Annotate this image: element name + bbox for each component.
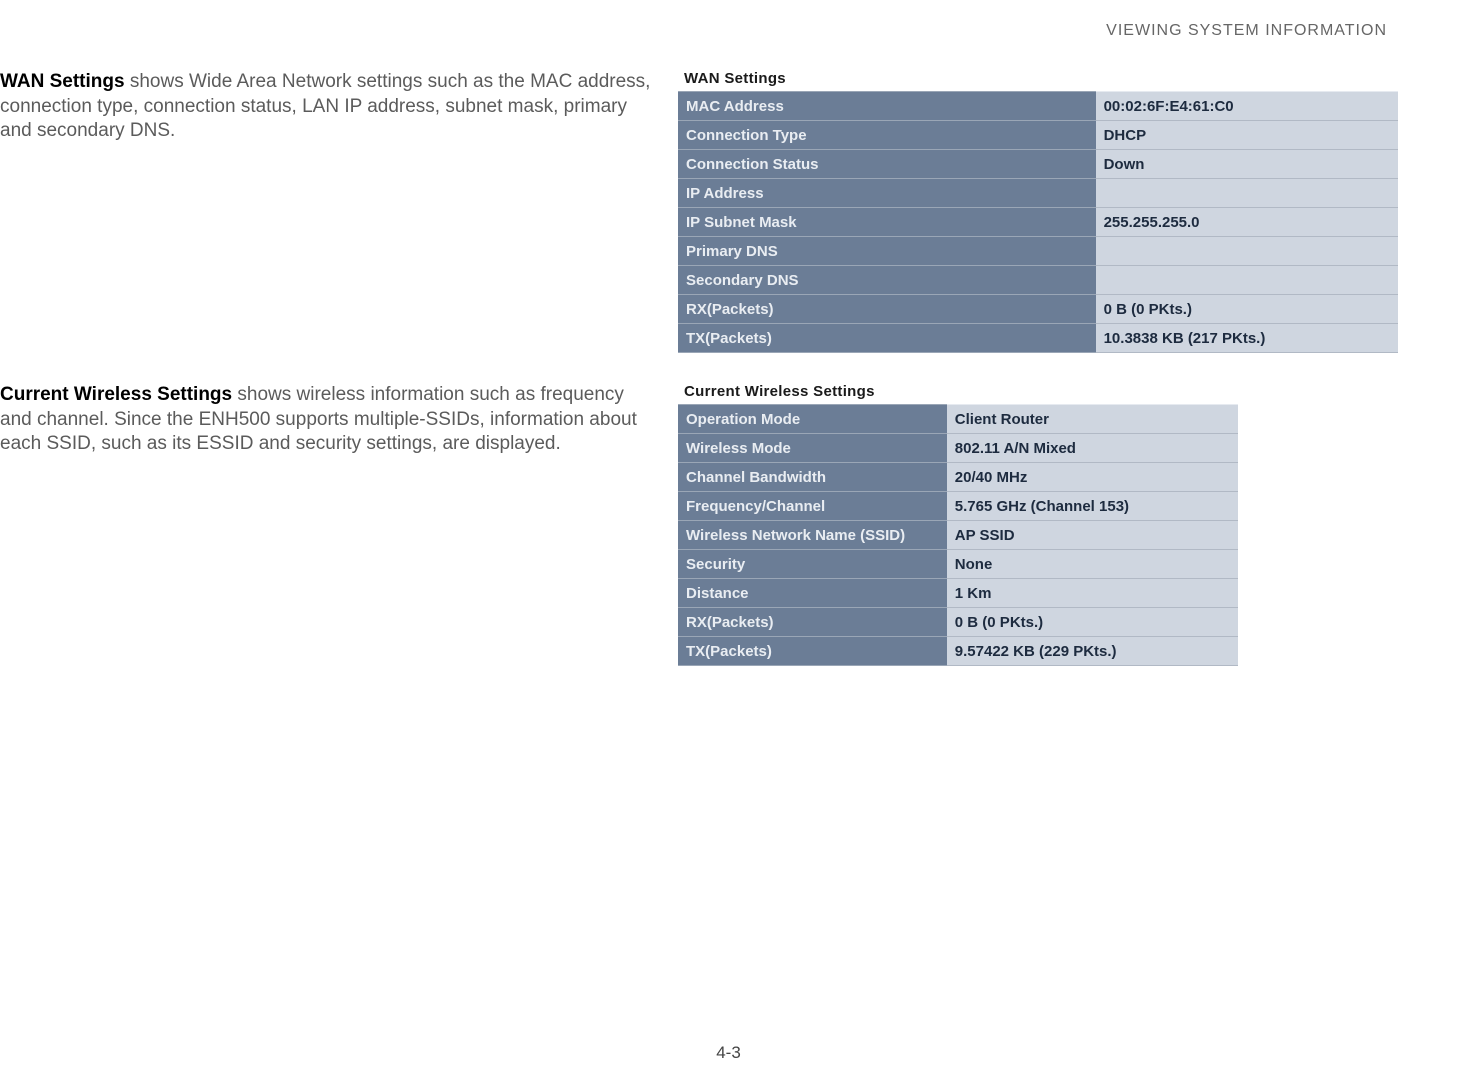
wan-row-label: RX(Packets) bbox=[678, 295, 1096, 324]
wan-row-value: DHCP bbox=[1096, 121, 1398, 150]
wireless-row-label: Channel Bandwidth bbox=[678, 463, 947, 492]
wireless-row-value: 1 Km bbox=[947, 579, 1238, 608]
wireless-section: Current Wireless Settings shows wireless… bbox=[0, 383, 1457, 666]
wireless-row-label: Frequency/Channel bbox=[678, 492, 947, 521]
wireless-row-value: None bbox=[947, 550, 1238, 579]
table-row: Connection TypeDHCP bbox=[678, 121, 1398, 150]
wan-settings-table: MAC Address00:02:6F:E4:61:C0 Connection … bbox=[678, 91, 1398, 353]
wan-row-value: Down bbox=[1096, 150, 1398, 179]
wireless-row-value: 20/40 MHz bbox=[947, 463, 1238, 492]
wan-heading: WAN Settings bbox=[0, 71, 125, 92]
wireless-row-label: Security bbox=[678, 550, 947, 579]
wan-row-label: Connection Type bbox=[678, 121, 1096, 150]
table-row: Frequency/Channel5.765 GHz (Channel 153) bbox=[678, 492, 1238, 521]
table-row: IP Address bbox=[678, 179, 1398, 208]
table-row: Operation ModeClient Router bbox=[678, 405, 1238, 434]
wireless-row-value: 802.11 A/N Mixed bbox=[947, 434, 1238, 463]
table-row: TX(Packets)9.57422 KB (229 PKts.) bbox=[678, 637, 1238, 666]
wan-row-value bbox=[1096, 266, 1398, 295]
wan-row-label: TX(Packets) bbox=[678, 324, 1096, 353]
wan-row-label: MAC Address bbox=[678, 92, 1096, 121]
wan-row-value bbox=[1096, 179, 1398, 208]
wan-row-label: Primary DNS bbox=[678, 237, 1096, 266]
wireless-row-label: Wireless Mode bbox=[678, 434, 947, 463]
table-row: RX(Packets)0 B (0 PKts.) bbox=[678, 295, 1398, 324]
table-row: SecurityNone bbox=[678, 550, 1238, 579]
wireless-row-value: AP SSID bbox=[947, 521, 1238, 550]
wireless-table-wrap: Current Wireless Settings Operation Mode… bbox=[678, 383, 1457, 666]
wan-row-value: 0 B (0 PKts.) bbox=[1096, 295, 1398, 324]
wireless-settings-table: Operation ModeClient Router Wireless Mod… bbox=[678, 404, 1238, 666]
page-number: 4-3 bbox=[716, 1043, 741, 1063]
table-row: IP Subnet Mask255.255.255.0 bbox=[678, 208, 1398, 237]
wan-table-title: WAN Settings bbox=[684, 70, 1398, 87]
wan-section: WAN Settings shows Wide Area Network set… bbox=[0, 70, 1457, 353]
page-header: VIEWING SYSTEM INFORMATION bbox=[0, 0, 1457, 40]
wireless-row-label: TX(Packets) bbox=[678, 637, 947, 666]
table-row: Wireless Mode802.11 A/N Mixed bbox=[678, 434, 1238, 463]
wireless-row-value: 9.57422 KB (229 PKts.) bbox=[947, 637, 1238, 666]
table-row: Secondary DNS bbox=[678, 266, 1398, 295]
wireless-row-value: 5.765 GHz (Channel 153) bbox=[947, 492, 1238, 521]
table-row: Distance1 Km bbox=[678, 579, 1238, 608]
wan-section-text: WAN Settings shows Wide Area Network set… bbox=[0, 70, 678, 144]
wan-table-wrap: WAN Settings MAC Address00:02:6F:E4:61:C… bbox=[678, 70, 1457, 353]
wan-row-label: Secondary DNS bbox=[678, 266, 1096, 295]
table-row: RX(Packets)0 B (0 PKts.) bbox=[678, 608, 1238, 637]
wan-row-label: Connection Status bbox=[678, 150, 1096, 179]
wireless-row-label: Distance bbox=[678, 579, 947, 608]
table-row: Connection StatusDown bbox=[678, 150, 1398, 179]
wireless-row-label: RX(Packets) bbox=[678, 608, 947, 637]
wireless-row-label: Wireless Network Name (SSID) bbox=[678, 521, 947, 550]
wireless-section-text: Current Wireless Settings shows wireless… bbox=[0, 383, 678, 457]
table-row: MAC Address00:02:6F:E4:61:C0 bbox=[678, 92, 1398, 121]
table-row: Channel Bandwidth20/40 MHz bbox=[678, 463, 1238, 492]
wan-row-label: IP Subnet Mask bbox=[678, 208, 1096, 237]
wan-row-value bbox=[1096, 237, 1398, 266]
wan-row-label: IP Address bbox=[678, 179, 1096, 208]
table-row: Wireless Network Name (SSID)AP SSID bbox=[678, 521, 1238, 550]
wireless-heading: Current Wireless Settings bbox=[0, 384, 232, 405]
table-row: TX(Packets)10.3838 KB (217 PKts.) bbox=[678, 324, 1398, 353]
table-row: Primary DNS bbox=[678, 237, 1398, 266]
wireless-row-value: Client Router bbox=[947, 405, 1238, 434]
wireless-table-title: Current Wireless Settings bbox=[684, 383, 1397, 400]
wan-row-value: 00:02:6F:E4:61:C0 bbox=[1096, 92, 1398, 121]
wan-row-value: 255.255.255.0 bbox=[1096, 208, 1398, 237]
wireless-row-value: 0 B (0 PKts.) bbox=[947, 608, 1238, 637]
wan-row-value: 10.3838 KB (217 PKts.) bbox=[1096, 324, 1398, 353]
wireless-row-label: Operation Mode bbox=[678, 405, 947, 434]
